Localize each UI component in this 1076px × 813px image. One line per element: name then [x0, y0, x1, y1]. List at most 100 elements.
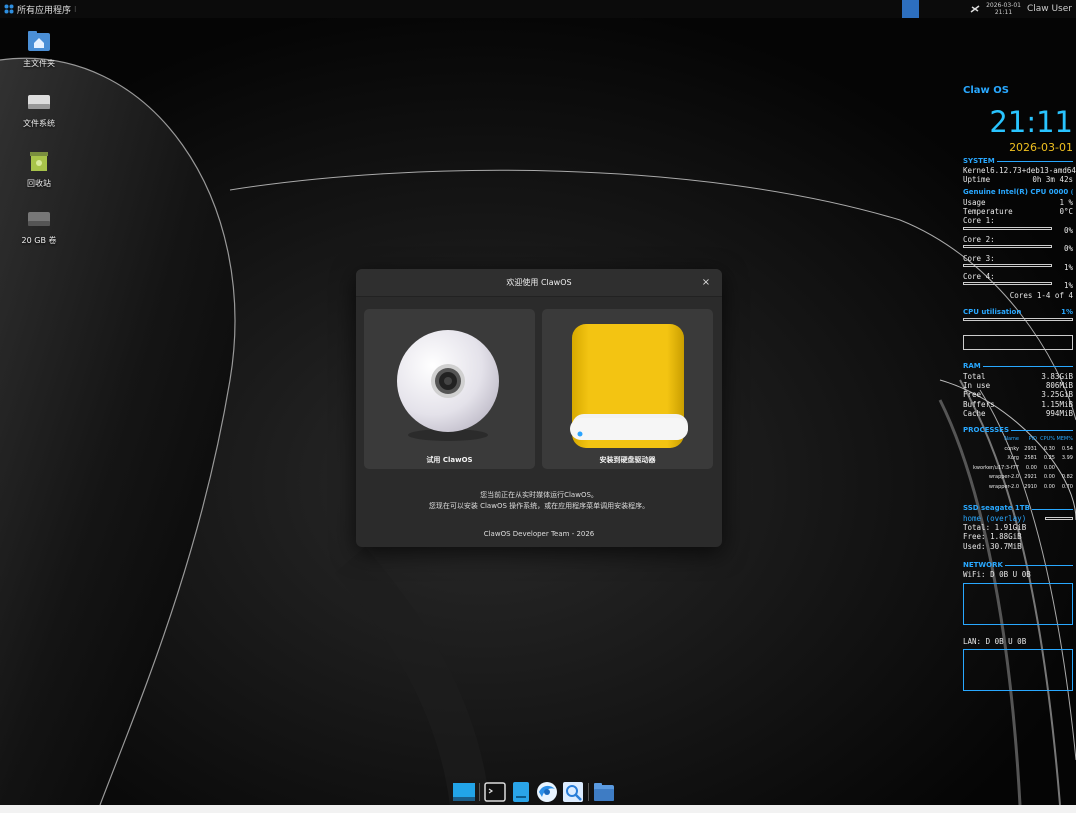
dialog-header: 欢迎使用 ClawOS ×	[356, 269, 722, 297]
cpu-usage-label: Usage	[963, 197, 986, 207]
text-editor-icon[interactable]	[510, 781, 532, 803]
process-row: conky 2931 0.30 0.54	[963, 445, 1073, 455]
process-name: kworker/u17:3-f77	[973, 464, 1019, 471]
cpu-util-row: CPU utilisation 1%	[963, 308, 1073, 317]
install-button[interactable]: 安装到硬盘驱动器	[542, 309, 713, 469]
process-name: Xorg	[1007, 455, 1019, 462]
disk-total: Total: 1.91GiB	[963, 523, 1027, 533]
search-icon[interactable]	[562, 781, 584, 803]
desktop-icon-volume[interactable]: 20 GB 卷	[9, 207, 69, 246]
ram-label: In use	[963, 380, 991, 390]
cpu-temp-label: Temperature	[963, 207, 1013, 217]
process-pid: 2931	[1024, 445, 1037, 452]
disk-mount-row: home (overlay)	[963, 514, 1073, 523]
process-pid: 2910	[1024, 483, 1037, 490]
process-mem: 0.54	[1061, 445, 1073, 452]
process-mem: 0.82	[1061, 474, 1073, 481]
ram-row: Total 3.83GiB	[963, 372, 1073, 381]
process-row: wrapper-2.0 2921 0.00 0.82	[963, 473, 1073, 483]
disk-free: Free: 1.88GiB	[963, 532, 1022, 542]
cpu-usage-value: 1 %	[1059, 197, 1073, 207]
process-name: wrapper-2.0	[988, 483, 1019, 490]
install-label: 安装到硬盘驱动器	[599, 456, 656, 464]
user-menu[interactable]: Claw User	[1027, 4, 1072, 14]
app-menu-button[interactable]: 所有应用程序 ⁝	[0, 3, 77, 16]
drive-icon	[27, 90, 51, 112]
process-name: conky	[1004, 445, 1019, 452]
workspace-indicator[interactable]	[902, 0, 919, 18]
process-name: wrapper-2.0	[988, 474, 1019, 481]
home-folder-icon	[27, 30, 51, 52]
network-icon[interactable]	[970, 5, 980, 13]
desktop-icon-filesystem[interactable]: 文件系统	[9, 90, 69, 129]
cd-disc-icon	[391, 327, 505, 443]
process-row: kworker/u17:3-f77 0.00 0.00	[963, 464, 1073, 474]
trash-icon	[27, 150, 51, 172]
dialog-text-line2: 您现在可以安装 ClawOS 操作系统，或在应用程序菜单调用安装程序。	[428, 502, 650, 510]
process-mem: 3.99	[1061, 455, 1073, 462]
file-manager-icon[interactable]	[593, 781, 615, 803]
process-col-cpu: CPU%	[1040, 436, 1055, 443]
process-pid: 2581	[1024, 455, 1037, 462]
desktop-icon[interactable]	[453, 781, 475, 803]
ram-value: 994MiB	[1045, 408, 1073, 418]
ram-value: 1.15MiB	[1041, 399, 1073, 409]
ram-label: Free	[963, 390, 982, 400]
uptime-value: 0h 3m 42s	[1032, 175, 1073, 185]
kernel-row: Kernel 6.12.73+deb13-amd64	[963, 165, 1076, 175]
dialog-text-line1: 您当前正在从实时媒体运行ClawOS。	[480, 491, 598, 499]
bottom-strip	[0, 805, 1076, 813]
wifi-stats: WiFi: D 0B U 0B	[963, 570, 1031, 580]
try-live-button[interactable]: 试用 ClawOS	[364, 309, 535, 469]
uptime-row: Uptime 0h 3m 42s	[963, 175, 1073, 184]
core-2-value: 0%	[1063, 244, 1073, 254]
cpu-temp-row: Temperature 0°C	[963, 207, 1073, 216]
ram-row: Free 3.25GiB	[963, 390, 1073, 399]
process-cpu: 0.00	[1043, 483, 1055, 490]
core-4-bar	[963, 282, 1052, 286]
process-pid: 2921	[1024, 474, 1037, 481]
desktop-icon-label: 20 GB 卷	[21, 236, 57, 245]
disk-mount: home (overlay)	[963, 513, 1027, 523]
core-2-row: 0%	[963, 244, 1073, 253]
disk-section-header: SSD seagate 1TB	[963, 504, 1073, 513]
desktop-icon-trash[interactable]: 回收站	[9, 150, 69, 189]
terminal-icon[interactable]	[484, 781, 506, 803]
process-mem: 0.70	[1061, 483, 1073, 490]
cpu-util-value: 1%	[1061, 308, 1073, 317]
ram-label: Total	[963, 371, 986, 381]
panel-time: 21:11	[994, 9, 1013, 16]
panel-clock[interactable]: 2026-03-01 21:11	[986, 2, 1021, 16]
core-3-label: Core 3:	[963, 253, 995, 263]
process-cpu: 0.00	[1043, 464, 1055, 471]
cpu-graph	[963, 335, 1073, 351]
disk-usage-bar	[1045, 516, 1073, 520]
desktop-icon-home[interactable]: 主文件夹	[9, 30, 69, 69]
core-4-label: Core 4:	[963, 272, 995, 282]
cpu-section-header: Genuine Intel(R) CPU 0000 @	[963, 188, 1073, 197]
kernel-value: 6.12.73+deb13-amd64	[990, 165, 1076, 175]
core-3-row: 1%	[963, 263, 1073, 272]
conky-time: 21:11	[989, 105, 1073, 140]
browser-icon[interactable]	[536, 781, 558, 803]
conky-date: 2026-03-01	[1009, 141, 1073, 155]
core-1-value: 0%	[1063, 225, 1073, 235]
process-row: Xorg 2581 0.25 3.99	[963, 454, 1073, 464]
close-icon[interactable]: ×	[700, 277, 712, 289]
system-tray: 2026-03-01 21:11 Claw User	[970, 0, 1072, 18]
process-col-name: Name	[1004, 436, 1019, 443]
hard-drive-icon	[568, 322, 688, 450]
process-row: wrapper-2.0 2910 0.00 0.70	[963, 483, 1073, 493]
system-section-header: SYSTEM	[963, 157, 1073, 166]
ram-value: 806MiB	[1045, 380, 1073, 390]
panel-date: 2026-03-01	[986, 2, 1021, 9]
wifi-graph	[963, 582, 1073, 625]
core-3-value: 1%	[1063, 262, 1073, 272]
process-col-pid: PID	[1028, 436, 1037, 443]
core-2-label: Core 2:	[963, 234, 995, 244]
desktop-icon-label: 文件系统	[23, 119, 55, 128]
dialog-description: 您当前正在从实时媒体运行ClawOS。 您现在可以安装 ClawOS 操作系统，…	[356, 490, 722, 512]
process-header-row: Name PID CPU% MEM%	[963, 435, 1073, 445]
claw-logo-icon	[4, 4, 14, 14]
process-cpu: 0.25	[1043, 455, 1055, 462]
